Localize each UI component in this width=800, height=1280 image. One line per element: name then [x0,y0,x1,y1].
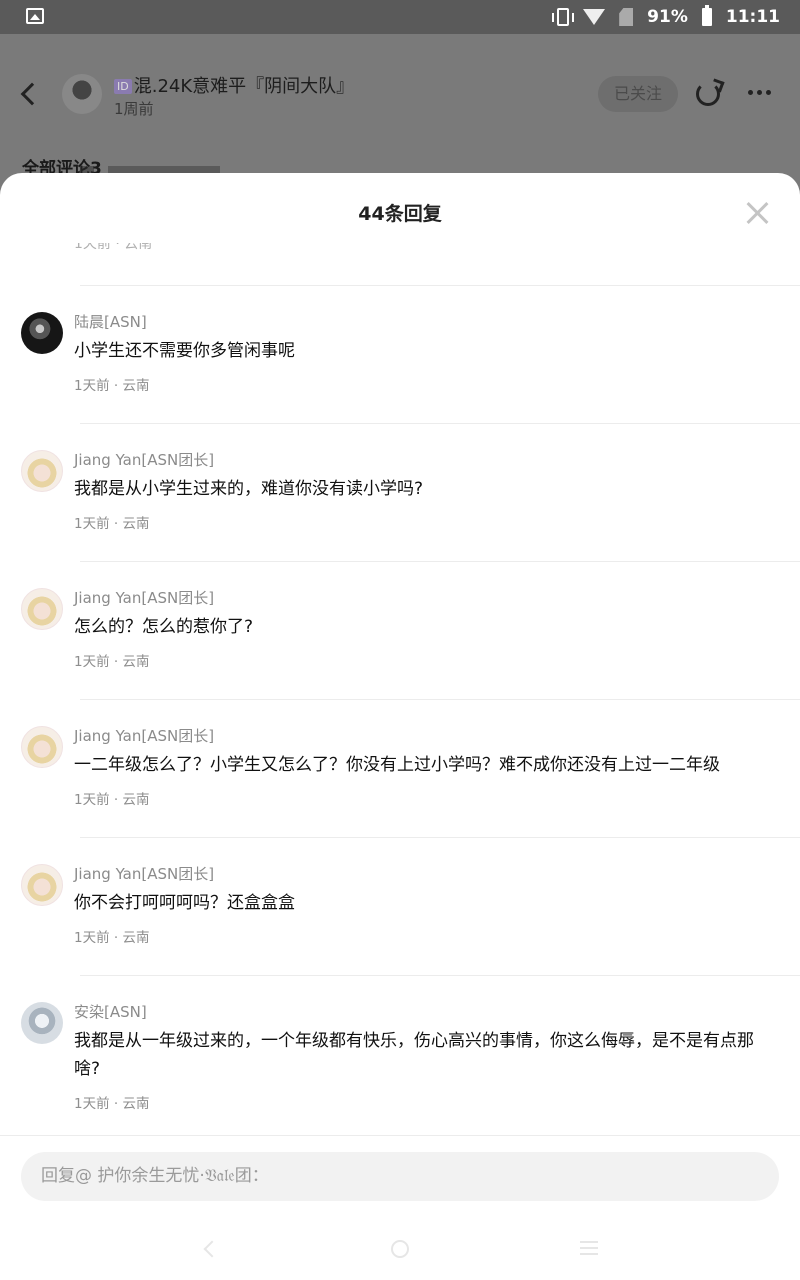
reply-author[interactable]: Jiang Yan[ASN团长] [74,726,770,746]
replies-sheet: 44条回复 1天前 · 云南 陆晨[ASN] 小学生还不需要你多管闲事呢 1天前… [0,173,800,1280]
reply-content[interactable]: 你不会打呵呵呵吗？还盒盒盒 [74,889,770,917]
nav-home-icon[interactable] [391,1240,409,1258]
no-sim-icon [619,8,634,26]
reply-item: Jiang Yan[ASN团长] 怎么的？怎么的惹你了? 1天前 · 云南 [21,561,800,699]
reply-input[interactable]: 回复@ 护你余生无忧·𝔙𝔞𝔩𝔢团： [21,1152,779,1201]
clock: 11:11 [725,7,780,27]
share-icon[interactable] [696,82,720,106]
reply-content[interactable]: 一二年级怎么了？小学生又怎么了？你没有上过小学吗？难不成你还没有上过一二年级 [74,751,770,779]
reply-meta: 1天前 · 云南 [74,792,150,808]
reply-content[interactable]: 我都是从一年级过来的，一个年级都有快乐，伤心高兴的事情，你这么侮辱，是不是有点那… [74,1027,770,1083]
status-indicators: 91% 11:11 [552,5,780,29]
back-arrow-icon[interactable] [20,82,44,106]
author-name-text: 混.24K意难平『阴间大队』 [133,76,355,97]
reply-meta: 1天前 · 云南 [74,1096,150,1112]
reply-content[interactable]: 小学生还不需要你多管闲事呢 [74,337,770,365]
vibrate-icon [552,8,575,26]
nav-menu-icon[interactable] [580,1241,598,1255]
more-options-icon[interactable] [748,90,775,95]
reply-list: 陆晨[ASN] 小学生还不需要你多管闲事呢 1天前 · 云南 Jiang Yan… [0,285,800,1139]
avatar[interactable] [21,312,63,354]
reply-author[interactable]: 安染[ASN] [74,1002,770,1022]
avatar[interactable] [21,588,63,630]
avatar[interactable] [21,864,63,906]
avatar[interactable] [21,1002,63,1044]
reply-author[interactable]: 陆晨[ASN] [74,312,770,332]
status-bar: 91% 11:11 [0,0,800,34]
reply-content[interactable]: 怎么的？怎么的惹你了? [74,613,770,641]
reply-author[interactable]: Jiang Yan[ASN团长] [74,588,770,608]
wifi-icon [583,9,606,25]
avatar[interactable] [21,726,63,768]
reply-meta: 1天前 · 云南 [74,378,150,394]
avatar[interactable] [21,450,63,492]
reply-item: Jiang Yan[ASN团长] 你不会打呵呵呵吗？还盒盒盒 1天前 · 云南 [21,837,800,975]
reply-content[interactable]: 我都是从小学生过来的，难道你没有读小学吗? [74,475,770,503]
reply-author[interactable]: Jiang Yan[ASN团长] [74,450,770,470]
author-name[interactable]: ID 混.24K意难平『阴间大队』 [114,72,354,98]
battery-percent: 91% [647,7,688,27]
reply-author[interactable]: Jiang Yan[ASN团长] [74,864,770,884]
reply-item: 陆晨[ASN] 小学生还不需要你多管闲事呢 1天前 · 云南 [21,285,800,423]
post-time: 1周前 [114,100,154,118]
reply-item: Jiang Yan[ASN团长] 一二年级怎么了？小学生又怎么了？你没有上过小学… [21,699,800,837]
reply-meta: 1天前 · 云南 [74,654,150,670]
reply-meta: 1天前 · 云南 [74,930,150,946]
author-avatar[interactable] [62,74,102,114]
reply-item: 安染[ASN] 我都是从一年级过来的，一个年级都有快乐，伤心高兴的事情，你这么侮… [21,975,800,1139]
system-navigation-bar [0,1227,800,1275]
sheet-title: 44条回复 [358,203,442,225]
close-icon[interactable] [746,201,770,225]
post-header: ID 混.24K意难平『阴间大队』 1周前 已关注 全部评论3 [0,34,800,179]
id-badge: ID [114,79,132,94]
gallery-notification-icon [26,8,44,24]
follow-button[interactable]: 已关注 [598,76,678,112]
battery-icon [701,5,712,26]
divider [0,1135,800,1136]
previous-reply-meta: 1天前 · 云南 [74,243,153,252]
nav-back-icon[interactable] [203,1240,221,1258]
reply-meta: 1天前 · 云南 [74,516,150,532]
reply-item: Jiang Yan[ASN团长] 我都是从小学生过来的，难道你没有读小学吗? 1… [21,423,800,561]
